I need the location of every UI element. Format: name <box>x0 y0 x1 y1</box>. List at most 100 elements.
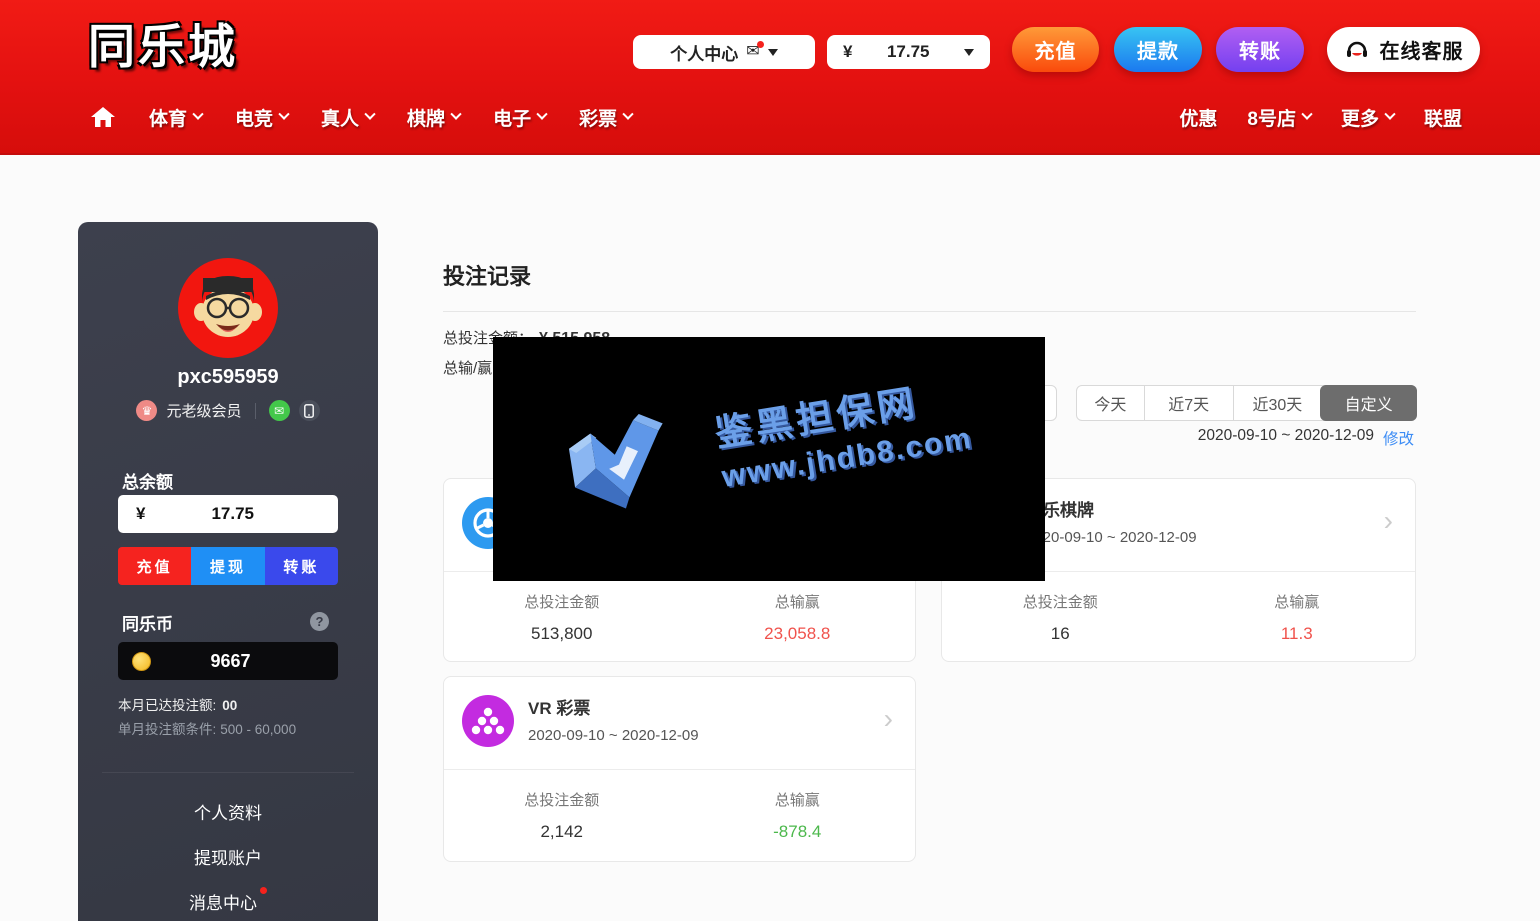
watermark-overlay: 鉴黑担保网 www.jhdb8.com <box>493 337 1045 581</box>
date-range: 2020-09-10 ~ 2020-12-09 <box>1198 427 1374 449</box>
nav-home[interactable] <box>90 105 116 129</box>
online-service-button[interactable]: 在线客服 <box>1327 27 1480 72</box>
user-center-label: 个人中心 <box>670 40 738 65</box>
home-icon <box>90 105 116 129</box>
withdraw-button[interactable]: 提款 <box>1114 27 1202 72</box>
stat-bet-label: 总投注金额 <box>444 789 680 810</box>
date-filter-group: 今天 近7天 近30天 自定义 <box>1076 385 1417 421</box>
modify-link[interactable]: 修改 <box>1383 427 1414 449</box>
watermark-logo <box>552 391 702 535</box>
sidebar-item-message-center[interactable]: 消息中心 <box>78 889 378 914</box>
stat-bet-label: 总投注金额 <box>942 591 1179 612</box>
chevron-down-icon <box>964 49 974 56</box>
bet-record-card-vr-lottery[interactable]: VR 彩票 2020-09-10 ~ 2020-12-09 › 总投注金额 2,… <box>443 676 916 862</box>
stat-bet-value: 513,800 <box>444 624 680 644</box>
currency-symbol: ¥ <box>136 504 145 524</box>
sidebar-balance-amount: 17.75 <box>145 504 320 524</box>
chevron-down-icon <box>278 109 289 120</box>
nav-affiliate[interactable]: 联盟 <box>1424 104 1462 131</box>
filter-custom[interactable]: 自定义 <box>1320 385 1417 421</box>
crown-icon: ♛ <box>136 400 157 421</box>
stat-winloss-label: 总输赢 <box>680 591 916 612</box>
lottery-balls-icon <box>462 695 514 747</box>
mail-icon: ✉ <box>746 44 759 60</box>
monthly-req-line: 单月投注额条件:500 - 60,000 <box>118 718 296 738</box>
currency-symbol: ¥ <box>843 42 852 62</box>
wallet-actions: 充值 提现 转账 <box>118 547 338 585</box>
card-header: VR 彩票 2020-09-10 ~ 2020-12-09 › <box>444 677 915 770</box>
member-level: 元老级会员 <box>166 400 241 421</box>
deposit-button[interactable]: 充值 <box>1012 27 1099 72</box>
deposit-button[interactable]: 充值 <box>118 547 191 585</box>
nav-more[interactable]: 更多 <box>1341 104 1394 131</box>
card-date-range: 2020-09-10 ~ 2020-12-09 <box>1026 529 1197 546</box>
withdraw-button[interactable]: 提现 <box>191 547 264 585</box>
nav-sports[interactable]: 体育 <box>149 104 202 131</box>
coin-icon <box>132 652 151 671</box>
sidebar-item-withdraw-account[interactable]: 提现账户 <box>78 844 378 869</box>
card-title: VR 彩票 <box>528 699 590 718</box>
chevron-down-icon <box>1384 109 1395 120</box>
balance-dropdown[interactable]: ¥ 17.75 <box>827 35 990 69</box>
main-nav: 体育 电竞 真人 棋牌 电子 彩票 <box>90 96 632 138</box>
monthly-bet-line: 本月已达投注额:00 <box>118 694 237 714</box>
divider <box>255 403 256 419</box>
chevron-down-icon <box>1301 109 1312 120</box>
sidebar-balance-box: ¥ 17.75 <box>118 495 338 533</box>
date-range-row: 2020-09-10 ~ 2020-12-09 修改 <box>1198 427 1414 449</box>
help-icon[interactable]: ? <box>310 612 329 631</box>
stat-winloss-value: -878.4 <box>680 822 916 842</box>
chevron-down-icon <box>364 109 375 120</box>
chevron-right-icon: › <box>1384 505 1393 537</box>
monthly-bet-value: 00 <box>222 698 237 713</box>
transfer-button[interactable]: 转账 <box>1216 27 1304 72</box>
notification-dot <box>260 887 267 894</box>
stat-bet-label: 总投注金额 <box>444 591 680 612</box>
filter-today[interactable]: 今天 <box>1077 386 1144 420</box>
sidebar: pxc595959 ♛ 元老级会员 ✉ 总余额 ¥ 17.75 充值 提现 转账… <box>78 222 378 921</box>
stat-bet-value: 16 <box>942 624 1179 644</box>
filter-7days[interactable]: 近7天 <box>1144 386 1233 420</box>
chevron-down-icon <box>536 109 547 120</box>
user-badges: ♛ 元老级会员 ✉ <box>78 400 378 421</box>
divider <box>443 311 1416 312</box>
online-service-label: 在线客服 <box>1380 35 1464 64</box>
nav-lottery[interactable]: 彩票 <box>579 104 632 131</box>
chevron-down-icon <box>622 109 633 120</box>
email-verified-icon[interactable]: ✉ <box>269 400 290 421</box>
nav-esports[interactable]: 电竞 <box>235 104 288 131</box>
phone-icon[interactable] <box>299 400 320 421</box>
chevron-down-icon <box>768 49 778 56</box>
header: 同乐城 个人中心 ✉ ¥ 17.75 充值 提款 转账 在线客服 <box>0 0 1540 155</box>
stat-winloss-value: 23,058.8 <box>680 624 916 644</box>
avatar <box>178 258 278 358</box>
page-title: 投注记录 <box>443 255 1416 291</box>
nav-chess[interactable]: 棋牌 <box>407 104 460 131</box>
coin-box: 9667 <box>118 642 338 680</box>
chevron-right-icon: › <box>884 703 893 735</box>
chevron-down-icon <box>450 109 461 120</box>
secondary-nav: 优惠 8号店 更多 联盟 <box>1179 96 1462 138</box>
transfer-button[interactable]: 转账 <box>265 547 338 585</box>
page: 同乐城 个人中心 ✉ ¥ 17.75 充值 提款 转账 在线客服 <box>0 0 1540 921</box>
nav-slots[interactable]: 电子 <box>493 104 546 131</box>
user-center-dropdown[interactable]: 个人中心 ✉ <box>633 35 815 69</box>
nav-shop8[interactable]: 8号店 <box>1247 104 1311 131</box>
filter-30days[interactable]: 近30天 <box>1233 386 1322 420</box>
nav-promo[interactable]: 优惠 <box>1179 104 1217 131</box>
stat-bet-value: 2,142 <box>444 822 680 842</box>
balance-amount: 17.75 <box>887 42 930 62</box>
divider <box>102 772 354 773</box>
stat-winloss-label: 总输赢 <box>1179 591 1416 612</box>
nav-live[interactable]: 真人 <box>321 104 374 131</box>
coin-amount: 9667 <box>151 651 324 672</box>
site-logo[interactable]: 同乐城 <box>88 8 238 77</box>
sidebar-item-profile[interactable]: 个人资料 <box>78 799 378 824</box>
headset-icon <box>1344 37 1370 63</box>
username: pxc595959 <box>78 366 378 389</box>
stat-winloss-value: 11.3 <box>1179 624 1416 644</box>
coin-label: 同乐币 <box>122 610 173 635</box>
total-balance-label: 总余额 <box>122 468 173 493</box>
card-date-range: 2020-09-10 ~ 2020-12-09 <box>528 727 699 744</box>
chevron-down-icon <box>192 109 203 120</box>
